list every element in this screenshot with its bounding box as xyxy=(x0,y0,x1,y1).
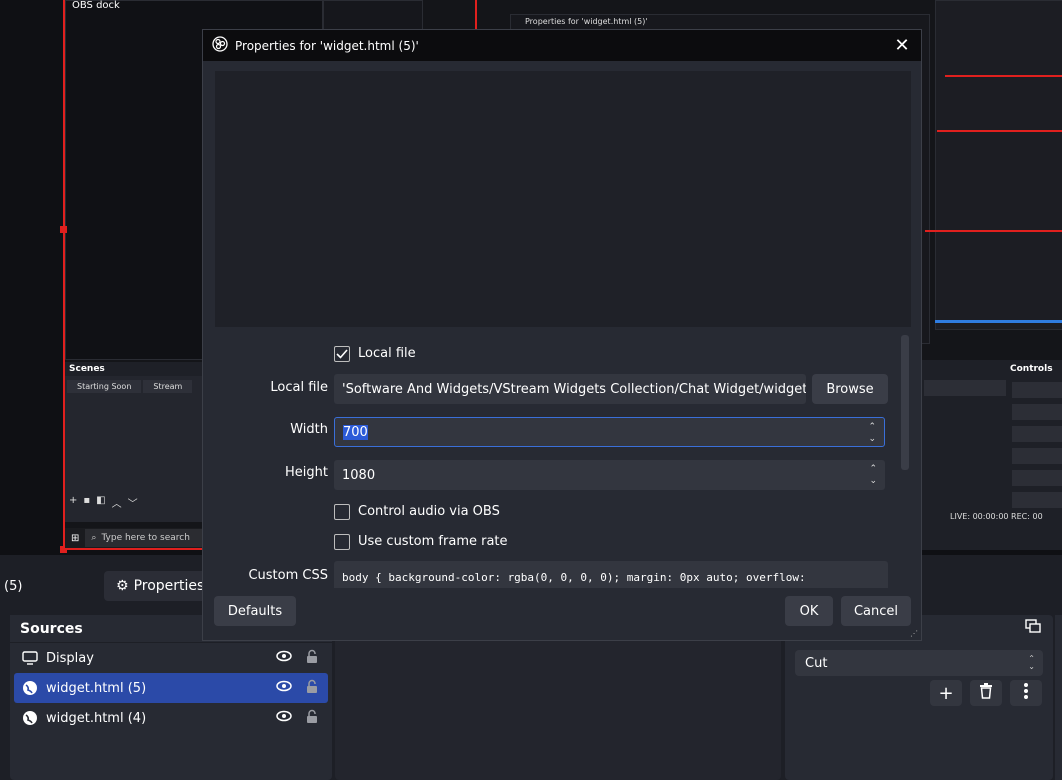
browse-button[interactable]: Browse xyxy=(812,374,888,404)
close-icon[interactable]: ✕ xyxy=(891,34,913,56)
nested-transition-select[interactable] xyxy=(924,380,1006,396)
height-label: Height xyxy=(285,465,328,480)
nested-scene-tab[interactable]: Stream xyxy=(143,380,193,393)
local-file-path-value: 'Software And Widgets/VStream Widgets Co… xyxy=(342,381,806,397)
lock-icon[interactable] xyxy=(306,709,318,728)
defaults-button[interactable]: Defaults xyxy=(214,596,296,626)
spinner-arrows-icon[interactable]: ⌃ ⌄ xyxy=(868,421,876,445)
nested-taskbar: ⊞ ⌕ Type here to search xyxy=(65,528,205,548)
gear-icon: ⚙ xyxy=(116,578,129,594)
transition-menu-button[interactable] xyxy=(1010,680,1042,706)
filter-icon[interactable]: ◧ xyxy=(96,495,105,510)
dock-title: OBS dock xyxy=(72,0,120,11)
local-file-label: Local file xyxy=(270,380,328,395)
nested-controls-header: Controls xyxy=(1010,364,1053,374)
scene-count: (5) xyxy=(4,579,23,594)
kebab-icon xyxy=(1024,682,1028,704)
custom-frame-rate-checkbox[interactable] xyxy=(334,534,350,550)
ok-button[interactable]: OK xyxy=(785,596,833,626)
chevron-down-icon[interactable]: ﹀ xyxy=(128,495,138,510)
controls-panel-edge xyxy=(1055,615,1062,780)
nested-dialog-title: Properties for 'widget.html (5)' xyxy=(525,17,648,26)
source-item-display[interactable]: Display xyxy=(10,643,332,673)
nested-status-bar: LIVE: 00:00:00 REC: 00 xyxy=(950,512,1043,521)
spinner-arrows-icon[interactable]: ⌃ ⌄ xyxy=(869,463,877,487)
width-input[interactable]: 700 ⌃ ⌄ xyxy=(334,417,885,447)
trash-icon xyxy=(979,682,993,704)
local-file-path-field[interactable]: 'Software And Widgets/VStream Widgets Co… xyxy=(334,374,806,404)
custom-css-value: body { background-color: rgba(0, 0, 0, 0… xyxy=(342,571,806,584)
nested-right-panel xyxy=(935,0,1062,330)
browser-source-preview xyxy=(215,71,911,327)
cancel-button[interactable]: Cancel xyxy=(841,596,911,626)
lock-icon[interactable] xyxy=(306,679,318,698)
transition-value: Cut xyxy=(805,655,828,671)
nested-scenes-header: Scenes xyxy=(65,362,205,376)
custom-css-label: Custom CSS xyxy=(248,568,328,583)
custom-frame-rate-label: Use custom frame rate xyxy=(358,534,508,549)
undock-icon[interactable] xyxy=(1025,619,1041,637)
transition-select[interactable]: Cut ⌃ ⌄ xyxy=(795,650,1043,676)
local-file-checkbox-label: Local file xyxy=(358,346,416,361)
nested-control-button[interactable] xyxy=(1012,382,1062,398)
search-icon: ⌕ xyxy=(91,533,97,543)
nested-control-button[interactable] xyxy=(1012,448,1062,464)
properties-label: Properties xyxy=(133,578,205,594)
height-value: 1080 xyxy=(342,467,376,483)
trash-icon[interactable]: ▪ xyxy=(83,495,90,510)
resize-handle[interactable] xyxy=(60,226,67,233)
source-label: widget.html (5) xyxy=(46,680,147,696)
lock-icon[interactable] xyxy=(306,649,318,668)
nested-controls-panel: Controls LIVE: 00:00:00 REC: 00 xyxy=(920,360,1062,550)
width-label: Width xyxy=(290,422,328,437)
plus-icon: + xyxy=(938,682,954,704)
custom-css-textarea[interactable]: body { background-color: rgba(0, 0, 0, 0… xyxy=(334,561,888,588)
globe-icon xyxy=(22,680,38,696)
windows-icon: ⊞ xyxy=(71,532,80,544)
plus-icon[interactable]: + xyxy=(69,495,77,510)
height-input[interactable]: 1080 ⌃ ⌄ xyxy=(334,460,885,490)
nested-scenes-panel: Scenes Starting Soon Stream + ▪ ◧ ︿ ﹀ xyxy=(65,362,205,522)
nested-control-button[interactable] xyxy=(1012,470,1062,486)
properties-dialog: Properties for 'widget.html (5)' ✕ Local… xyxy=(202,29,922,641)
control-audio-checkbox[interactable] xyxy=(334,504,350,520)
chevron-up-icon[interactable]: ︿ xyxy=(112,495,122,510)
properties-scrollbar[interactable] xyxy=(901,335,909,470)
source-label: widget.html (4) xyxy=(46,710,147,726)
source-item-widget-5[interactable]: widget.html (5) xyxy=(14,673,328,703)
add-transition-button[interactable]: + xyxy=(930,680,962,706)
taskbar-search[interactable]: ⌕ Type here to search xyxy=(85,529,205,547)
nested-scene-tab[interactable]: Starting Soon xyxy=(67,380,142,393)
local-file-checkbox[interactable] xyxy=(334,346,350,362)
globe-icon xyxy=(22,710,38,726)
select-arrows-icon: ⌃ ⌄ xyxy=(1028,654,1035,671)
dialog-title: Properties for 'widget.html (5)' xyxy=(235,38,419,53)
properties-button[interactable]: ⚙ Properties xyxy=(104,571,214,601)
nested-control-button[interactable] xyxy=(1012,492,1062,508)
dialog-titlebar[interactable]: Properties for 'widget.html (5)' xyxy=(203,30,921,61)
control-audio-label: Control audio via OBS xyxy=(358,504,500,519)
eye-icon[interactable] xyxy=(276,710,292,726)
obs-logo-icon xyxy=(212,36,228,55)
source-label: Display xyxy=(46,650,94,666)
nested-scene-tools: + ▪ ◧ ︿ ﹀ xyxy=(69,495,138,510)
eye-icon[interactable] xyxy=(276,680,292,696)
taskbar-search-text: Type here to search xyxy=(101,533,190,543)
properties-form: Local file Local file 'Software And Widg… xyxy=(203,335,903,588)
nested-control-button[interactable] xyxy=(1012,404,1062,420)
eye-icon[interactable] xyxy=(276,650,292,666)
nested-control-button[interactable] xyxy=(1012,426,1062,442)
remove-transition-button[interactable] xyxy=(970,680,1002,706)
resize-grip-icon[interactable]: ⋰ xyxy=(910,629,918,638)
width-value: 700 xyxy=(343,424,368,440)
monitor-icon xyxy=(22,650,38,666)
source-item-widget-4[interactable]: widget.html (4) xyxy=(10,703,332,733)
